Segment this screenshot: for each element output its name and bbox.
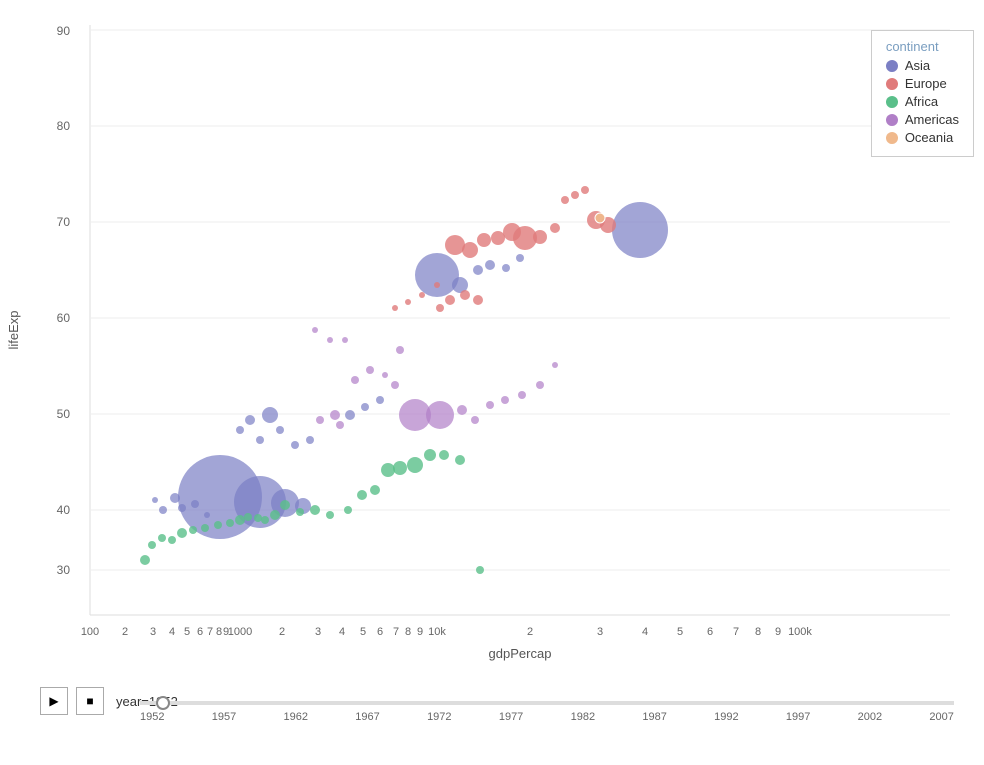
- tick-1997: 1997: [786, 711, 810, 723]
- tick-1982: 1982: [571, 711, 595, 723]
- svg-text:3: 3: [150, 626, 156, 638]
- svg-text:4: 4: [169, 626, 175, 638]
- svg-text:1000: 1000: [228, 626, 252, 638]
- legend: continent Asia Europe Africa Americas Oc…: [871, 30, 974, 157]
- svg-text:100k: 100k: [788, 626, 812, 638]
- asia-dot: [886, 60, 898, 72]
- svg-text:8: 8: [216, 626, 222, 638]
- svg-text:30: 30: [57, 563, 71, 577]
- tick-2007: 2007: [929, 711, 953, 723]
- asia-label: Asia: [905, 58, 930, 73]
- svg-text:70: 70: [57, 215, 71, 229]
- svg-text:3: 3: [597, 626, 603, 638]
- svg-text:lifeExp: lifeExp: [6, 310, 21, 349]
- europe-dot: [886, 78, 898, 90]
- svg-text:2: 2: [527, 626, 533, 638]
- tick-1987: 1987: [642, 711, 666, 723]
- legend-title: continent: [886, 39, 959, 54]
- svg-text:80: 80: [57, 119, 71, 133]
- stop-button[interactable]: ■: [76, 687, 104, 715]
- svg-text:2: 2: [279, 626, 285, 638]
- svg-text:7: 7: [393, 626, 399, 638]
- legend-item-europe: Europe: [886, 76, 959, 91]
- tick-1992: 1992: [714, 711, 738, 723]
- svg-text:90: 90: [57, 24, 71, 38]
- svg-text:5: 5: [184, 626, 190, 638]
- svg-text:8: 8: [405, 626, 411, 638]
- africa-dot: [886, 96, 898, 108]
- tick-1967: 1967: [355, 711, 379, 723]
- tick-1962: 1962: [284, 711, 308, 723]
- svg-text:7: 7: [733, 626, 739, 638]
- timeline-slider[interactable]: 1952 1957 1962 1967 1972 1977 1982 1987 …: [140, 693, 954, 723]
- chart-container: 90 80 70 60 50 40 30 100 2 3 4 5 6 7 8 9…: [0, 0, 984, 765]
- svg-text:10k: 10k: [428, 626, 446, 638]
- svg-text:4: 4: [339, 626, 345, 638]
- legend-item-americas: Americas: [886, 112, 959, 127]
- svg-text:6: 6: [197, 626, 203, 638]
- tick-2002: 2002: [858, 711, 882, 723]
- svg-text:6: 6: [377, 626, 383, 638]
- svg-text:9: 9: [775, 626, 781, 638]
- svg-text:40: 40: [57, 503, 71, 517]
- europe-label: Europe: [905, 76, 947, 91]
- svg-text:gdpPercap: gdpPercap: [489, 646, 552, 661]
- svg-text:5: 5: [677, 626, 683, 638]
- americas-dot: [886, 114, 898, 126]
- svg-text:3: 3: [315, 626, 321, 638]
- svg-text:100: 100: [81, 626, 99, 638]
- tick-1952: 1952: [140, 711, 164, 723]
- slider-track[interactable]: [140, 701, 954, 705]
- svg-text:7: 7: [207, 626, 213, 638]
- africa-label: Africa: [905, 94, 938, 109]
- play-icon: ▶: [49, 694, 58, 708]
- tick-1957: 1957: [212, 711, 236, 723]
- legend-item-africa: Africa: [886, 94, 959, 109]
- legend-item-oceania: Oceania: [886, 130, 959, 145]
- svg-text:9: 9: [417, 626, 423, 638]
- stop-icon: ■: [86, 694, 93, 708]
- svg-text:2: 2: [122, 626, 128, 638]
- svg-text:6: 6: [707, 626, 713, 638]
- tick-1977: 1977: [499, 711, 523, 723]
- svg-text:5: 5: [360, 626, 366, 638]
- timeline-ticks: 1952 1957 1962 1967 1972 1977 1982 1987 …: [140, 711, 954, 723]
- americas-label: Americas: [905, 112, 959, 127]
- oceania-label: Oceania: [905, 130, 953, 145]
- scatter-plot: 90 80 70 60 50 40 30 100 2 3 4 5 6 7 8 9…: [0, 0, 984, 765]
- tick-1972: 1972: [427, 711, 451, 723]
- play-button[interactable]: ▶: [40, 687, 68, 715]
- svg-text:8: 8: [755, 626, 761, 638]
- slider-thumb[interactable]: [156, 696, 170, 710]
- legend-item-asia: Asia: [886, 58, 959, 73]
- svg-text:50: 50: [57, 407, 71, 421]
- oceania-dot: [886, 132, 898, 144]
- svg-text:60: 60: [57, 311, 71, 325]
- svg-text:4: 4: [642, 626, 648, 638]
